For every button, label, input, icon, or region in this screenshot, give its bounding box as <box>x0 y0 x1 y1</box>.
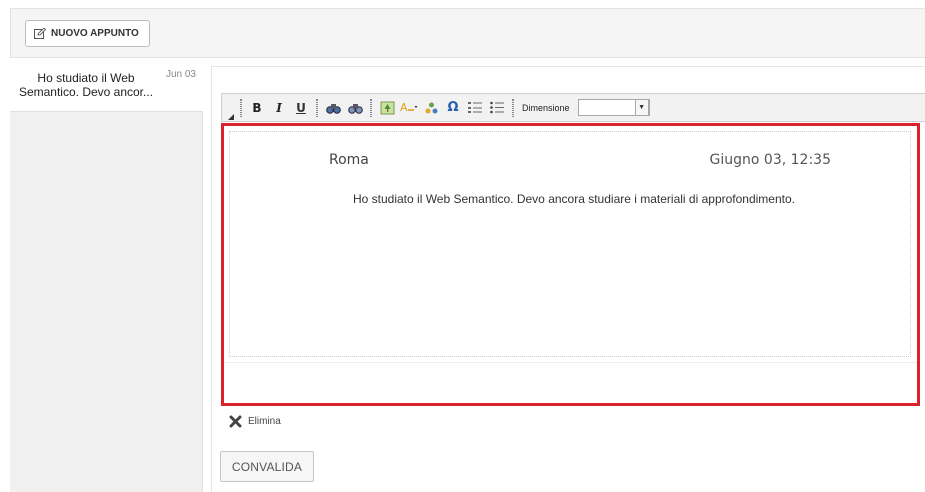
italic-button[interactable]: I <box>270 99 288 117</box>
replace-icon[interactable] <box>346 99 364 117</box>
chevron-down-icon[interactable]: ▼ <box>634 99 649 116</box>
bullet-list-icon[interactable] <box>488 99 506 117</box>
numbered-list-icon[interactable] <box>466 99 484 117</box>
bold-button[interactable]: B <box>248 99 266 117</box>
toolbar-separator <box>512 98 514 117</box>
svg-text:A: A <box>400 101 408 114</box>
note-preview-text: Ho studiato il Web Semantico. Devo ancor… <box>18 71 154 99</box>
edit-icon <box>34 28 46 39</box>
insert-image-icon[interactable] <box>378 99 396 117</box>
validate-button[interactable]: CONVALIDA <box>220 451 314 482</box>
note-body-text: Ho studiato il Web Semantico. Devo ancor… <box>352 192 795 206</box>
note-city: Roma <box>329 152 369 168</box>
size-label: Dimensione <box>522 102 570 113</box>
omega-icon[interactable]: Ω <box>444 99 462 117</box>
text-color-icon[interactable]: A <box>400 99 418 117</box>
note-datetime: Giugno 03, 12:35 <box>709 152 831 168</box>
note-editor[interactable]: Roma Giugno 03, 12:35 Ho studiato il Web… <box>221 123 920 406</box>
size-select[interactable]: ▼ <box>577 99 650 116</box>
special-symbol-icon[interactable] <box>422 99 440 117</box>
note-date: Jun 03 <box>165 69 196 80</box>
notes-sidebar: Ho studiato il Web Semantico. Devo ancor… <box>10 60 203 492</box>
toolbar-separator <box>240 98 242 117</box>
delete-label: Elimina <box>248 416 281 427</box>
find-icon[interactable] <box>324 99 342 117</box>
top-toolbar: NUOVO APPUNTO <box>10 8 925 58</box>
editor-divider <box>224 362 917 363</box>
toolbar-collapse-icon[interactable] <box>228 96 234 120</box>
new-note-label: NUOVO APPUNTO <box>51 28 139 39</box>
editor-content-area[interactable]: Roma Giugno 03, 12:35 Ho studiato il Web… <box>229 131 911 357</box>
toolbar-separator <box>316 98 318 117</box>
close-icon <box>229 415 242 428</box>
note-list-item[interactable]: Ho studiato il Web Semantico. Devo ancor… <box>10 60 203 112</box>
toolbar-separator <box>370 98 372 117</box>
editor-toolbar: B I U A Ω Dimensione ▼ <box>221 93 925 122</box>
delete-button[interactable]: Elimina <box>229 415 281 428</box>
underline-button[interactable]: U <box>292 99 310 117</box>
new-note-button[interactable]: NUOVO APPUNTO <box>25 20 150 47</box>
